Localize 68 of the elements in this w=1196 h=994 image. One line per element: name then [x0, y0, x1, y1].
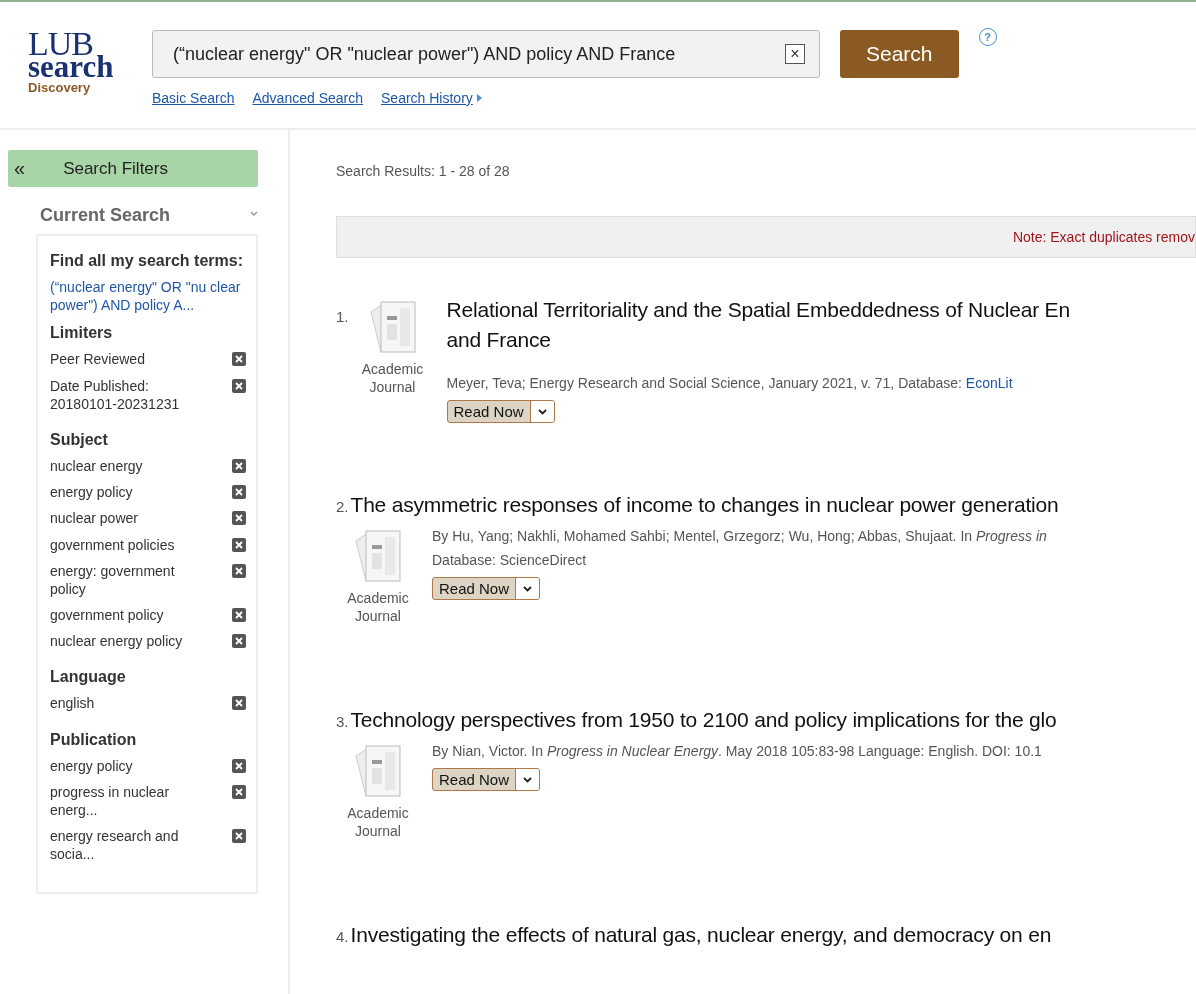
publication-type: Academic Journal	[346, 804, 410, 841]
search-field[interactable]: (“nuclear energy" OR "nuclear power") AND policy AND France ×	[152, 30, 820, 78]
search-terms-link[interactable]: (“nuclear energy" OR "nu clear power") AND policy A...	[50, 278, 246, 315]
chevron-icon	[537, 408, 547, 415]
result-number: 4.	[336, 928, 349, 945]
filter-item: government policy	[50, 606, 165, 625]
filters-title: Search Filters	[63, 158, 168, 179]
result-details: By Nian, Victor. In Progress in Nuclear Energy. May 2018 105:83-98 Language: English. DOI: 10.1	[432, 742, 1042, 761]
dropdown-button[interactable]	[515, 578, 540, 600]
filter-item: energy policy	[50, 483, 134, 502]
remove-icon[interactable]	[232, 378, 246, 393]
result-title[interactable]: Technology perspectives from 1950 to 2100 and policy implications for the glo	[350, 708, 1057, 732]
result-title[interactable]: and France	[446, 328, 1070, 352]
remove-icon[interactable]	[232, 511, 246, 526]
filter-item: nuclear energy	[50, 456, 144, 476]
publication-type: Academic Journal	[346, 589, 410, 626]
remove-icon[interactable]	[232, 608, 246, 623]
filter-heading: Subject	[50, 430, 109, 449]
search-link[interactable]: Advanced Search	[252, 90, 363, 106]
filter-item: energy: government policy	[50, 561, 176, 599]
filter-item: government policies	[50, 535, 176, 554]
filter-item: Peer Reviewed	[50, 350, 146, 369]
filter-heading: Publication	[50, 730, 138, 749]
search-link[interactable]: Search History	[381, 90, 482, 106]
remove-icon[interactable]	[232, 634, 246, 649]
search-button[interactable]: Search	[840, 30, 959, 78]
results-count: Search Results: 1 - 28 of 28	[336, 163, 510, 179]
result-details: By Hu, Yang; Nakhli, Mohamed Sahbi; Mentel, Grzegorz; Wu, Hong; Abbas, Shujaat. In Progress in	[432, 527, 1047, 546]
filter-item: energy policy	[50, 756, 134, 775]
chevron-icon	[523, 585, 533, 592]
remove-icon[interactable]	[232, 537, 246, 552]
chevron-icon[interactable]	[250, 211, 258, 217]
result-title[interactable]: Relational Territoriality and the Spatial Embeddedness of Nuclear En	[446, 298, 1070, 322]
filter-item: nuclear energy policy	[50, 632, 184, 651]
result-details: Meyer, Teva; Energy Research and Social Science, January 2021, v. 71, Database: EconLit	[446, 374, 1014, 393]
remove-icon[interactable]	[232, 758, 246, 773]
remove-icon[interactable]	[232, 458, 246, 473]
result-number: 1.	[336, 308, 349, 325]
filter-item: english	[50, 694, 96, 713]
result-title[interactable]: The asymmetric responses of income to changes in nuclear power generation	[350, 493, 1059, 517]
notice-text: Note: Exact duplicates remov	[1012, 229, 1195, 245]
clear-button[interactable]: ×	[785, 44, 805, 64]
dropdown-button[interactable]	[529, 401, 554, 423]
remove-icon[interactable]	[232, 352, 246, 367]
remove-icon[interactable]	[232, 784, 246, 799]
result-title[interactable]: Investigating the effects of natural gas, nuclear energy, and democracy on en	[350, 923, 1052, 947]
result-number: 2.	[336, 498, 349, 515]
chevron-icon	[523, 776, 533, 783]
result-details: Database: ScienceDirect	[432, 551, 588, 570]
remove-icon[interactable]	[232, 829, 246, 844]
dropdown-button[interactable]	[515, 769, 540, 791]
filter-heading: Find all my search terms:	[50, 252, 244, 270]
remove-icon[interactable]	[232, 563, 246, 578]
filter-item: progress in nuclear energ...	[50, 782, 171, 820]
filter-item: nuclear power	[50, 509, 139, 528]
filter-item: energy research and socia...	[50, 827, 180, 864]
filter-heading: Language	[50, 668, 127, 687]
logo[interactable]: LUB search Discovery	[28, 30, 128, 128]
remove-icon[interactable]	[232, 485, 246, 500]
publication-type: Academic Journal	[360, 360, 425, 397]
section-heading[interactable]: Current Search	[40, 205, 171, 226]
remove-icon[interactable]	[232, 696, 246, 711]
result-number: 3.	[336, 713, 349, 730]
search-link[interactable]: Basic Search	[152, 90, 235, 106]
database-link[interactable]: EconLit	[965, 375, 1013, 391]
collapse-button[interactable]: «	[14, 157, 26, 180]
filter-item: Date Published: 20180101-20231231	[50, 376, 181, 413]
filter-heading: Limiters	[50, 324, 114, 343]
